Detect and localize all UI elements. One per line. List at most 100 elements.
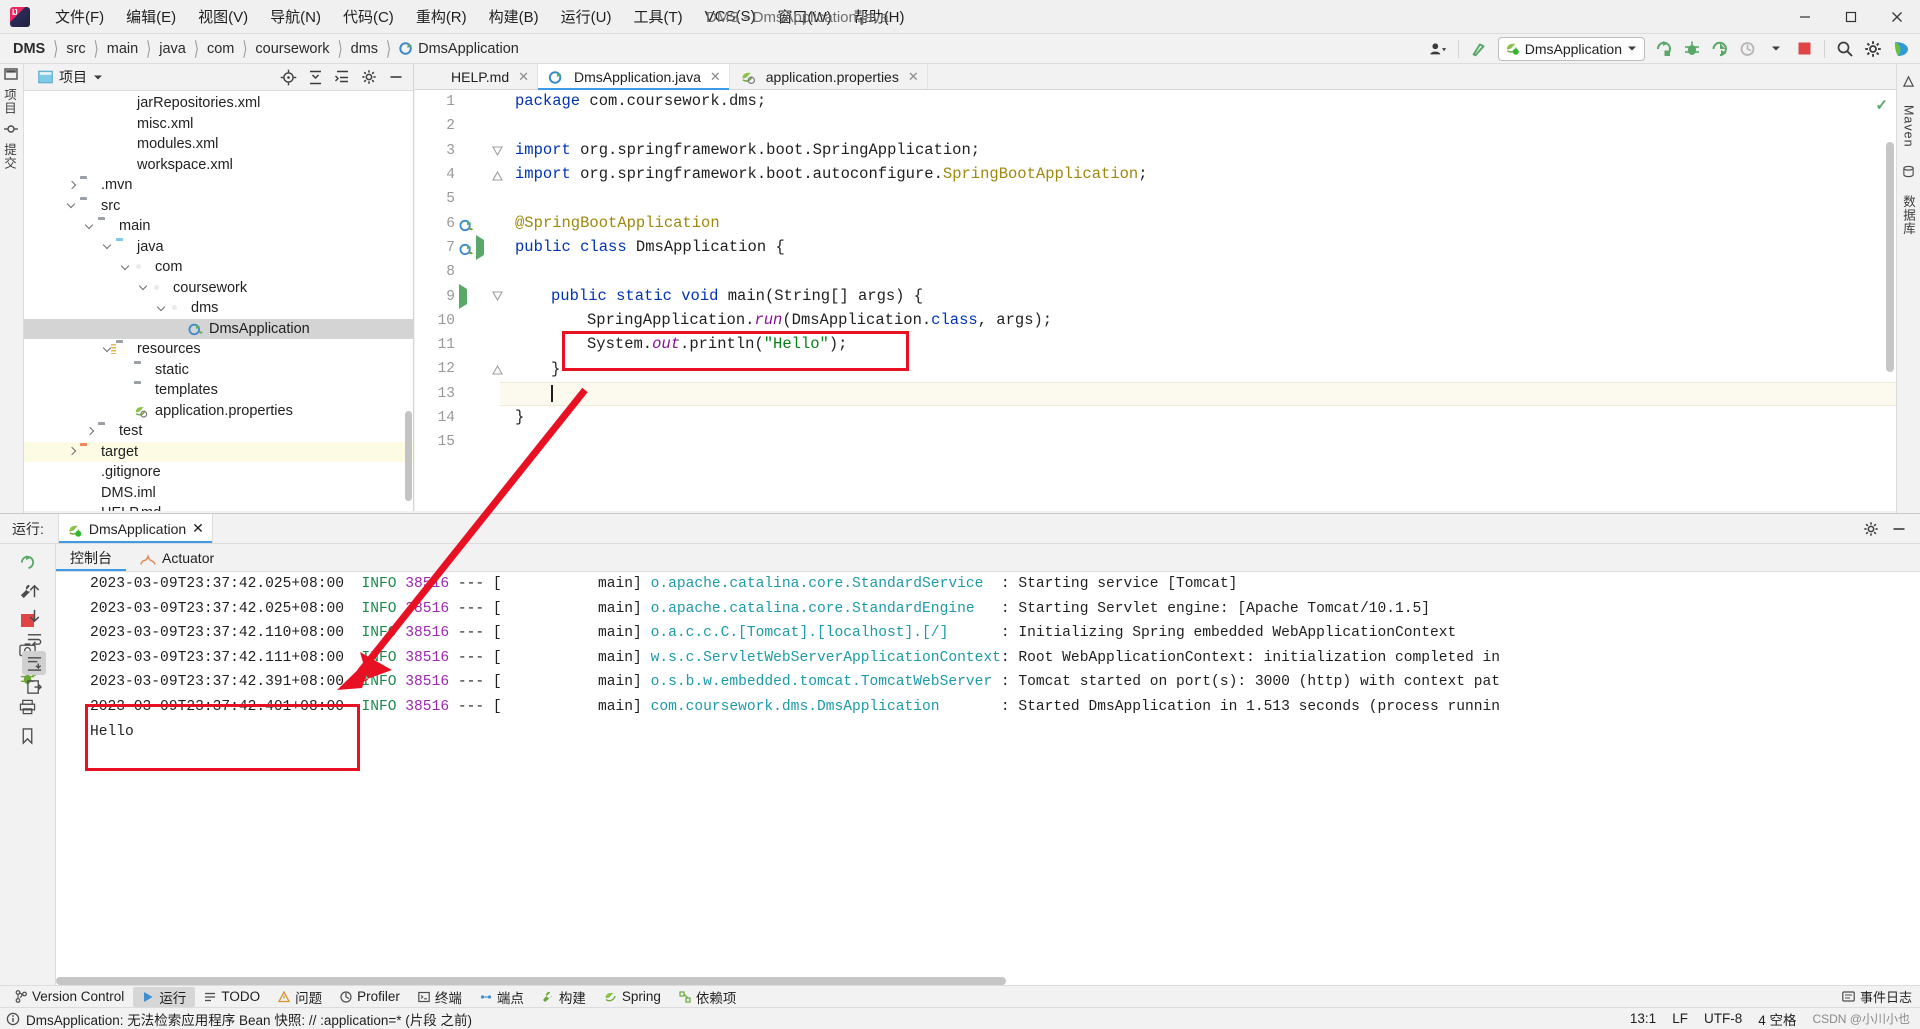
tree-node-modules-xml[interactable]: modules.xml xyxy=(24,134,413,155)
code-line[interactable]: } xyxy=(515,406,524,430)
breadcrumb-java[interactable]: java xyxy=(156,40,189,58)
code-line[interactable]: SpringApplication. run (DmsApplication. cla… xyxy=(587,309,1052,333)
chevron-down-icon[interactable] xyxy=(102,240,115,253)
console-line[interactable]: 2023-03-09T23:37:42.401+08:00 INFO 38516… xyxy=(90,695,1500,720)
gutter-line[interactable]: 15 xyxy=(415,430,500,454)
gutter-line[interactable]: 11 xyxy=(415,333,500,357)
console-line[interactable]: 2023-03-09T23:37:42.391+08:00 INFO 38516… xyxy=(90,670,1500,695)
gear-icon[interactable] xyxy=(356,65,382,89)
console-line[interactable]: 2023-03-09T23:37:42.111+08:00 INFO 38516… xyxy=(90,646,1500,671)
ide-assistant-icon[interactable] xyxy=(1888,37,1914,61)
console-line[interactable]: 2023-03-09T23:37:42.025+08:00 INFO 38516… xyxy=(90,572,1237,597)
breadcrumb-dms[interactable]: dms xyxy=(348,40,381,58)
scroll-to-end-icon[interactable] xyxy=(22,651,46,675)
line-separator[interactable]: LF xyxy=(1672,1011,1688,1026)
code-line[interactable]: package com.coursework.dms; xyxy=(515,90,766,114)
debug-button[interactable] xyxy=(1679,37,1705,61)
breadcrumb-project[interactable]: DMS xyxy=(10,40,48,58)
database-icon[interactable] xyxy=(1898,162,1920,181)
bottom-item-todo[interactable]: TODO xyxy=(195,987,269,1007)
tab-dmsapplication-java[interactable]: DmsApplication.java ✕ xyxy=(538,64,730,90)
chevron-down-icon[interactable] xyxy=(120,261,133,274)
editor-gutter[interactable]: 1 2 3 4 5 6 7 8 9 10 11 12 13 14 15 xyxy=(415,90,503,511)
chevron-right-icon[interactable] xyxy=(66,445,79,458)
tree-node-com[interactable]: com xyxy=(24,257,413,278)
tree-node-java[interactable]: java xyxy=(24,237,413,258)
code-line[interactable]: public static void main (String[] args) { xyxy=(551,284,923,308)
stripe-label-commit[interactable]: 提交 xyxy=(0,139,19,174)
console-line[interactable]: 2023-03-09T23:37:42.110+08:00 INFO 38516… xyxy=(90,621,1456,646)
gutter-line[interactable]: 8 xyxy=(415,260,500,284)
maven-icon[interactable] xyxy=(1898,72,1920,91)
gutter-line[interactable]: 2 xyxy=(415,114,500,138)
gutter-spring-bean-icon[interactable] xyxy=(459,240,474,256)
close-button[interactable] xyxy=(1874,0,1920,34)
code-editor[interactable]: 1 2 3 4 5 6 7 8 9 10 11 12 13 14 15 package com.course… xyxy=(415,90,1896,511)
tab-help-md[interactable]: HELP.md ✕ xyxy=(415,64,539,89)
expand-all-icon[interactable] xyxy=(329,65,355,89)
breadcrumb-coursework[interactable]: coursework xyxy=(252,40,332,58)
menu-edit[interactable]: 编辑(E) xyxy=(115,2,187,31)
breadcrumb-src[interactable]: src xyxy=(63,40,88,58)
bottom-item-terminal[interactable]: 终端 xyxy=(409,987,471,1007)
code-line[interactable]: @SpringBootApplication xyxy=(515,212,720,236)
minimize-button[interactable] xyxy=(1782,0,1828,34)
close-icon[interactable]: ✕ xyxy=(908,69,919,85)
collapse-all-icon[interactable] xyxy=(302,65,328,89)
project-tree[interactable]: jarRepositories.xml misc.xml modules.xml wo… xyxy=(24,91,413,511)
chevron-down-icon[interactable] xyxy=(66,199,79,212)
sidebar-item-project[interactable] xyxy=(0,64,22,84)
scroll-down-icon[interactable] xyxy=(22,603,46,627)
tab-console[interactable]: 控制台 xyxy=(56,544,126,571)
locate-file-icon[interactable] xyxy=(275,65,301,89)
gutter-line[interactable]: 1 xyxy=(415,90,500,114)
soft-wrap-icon[interactable] xyxy=(22,627,46,651)
bottom-item-dependencies[interactable]: 依赖项 xyxy=(670,987,746,1007)
gutter-spring-bean-icon[interactable] xyxy=(459,216,474,232)
console-output[interactable]: 2023-03-09T23:37:42.025+08:00 INFO 38516… xyxy=(56,572,1896,987)
status-info-icon[interactable] xyxy=(6,1012,20,1026)
menu-file[interactable]: 文件(F) xyxy=(44,2,115,31)
chevron-down-icon[interactable] xyxy=(156,302,169,315)
tree-node-main[interactable]: main xyxy=(24,216,413,237)
console-line[interactable]: 2023-03-09T23:37:42.025+08:00 INFO 38516… xyxy=(90,597,1430,622)
close-icon[interactable]: ✕ xyxy=(710,69,721,85)
bottom-item-spring[interactable]: Spring xyxy=(595,987,670,1007)
caret-position[interactable]: 13:1 xyxy=(1630,1011,1656,1026)
stop-button[interactable] xyxy=(1791,37,1817,61)
tree-node-dms[interactable]: dms xyxy=(24,298,413,319)
breadcrumb-class[interactable]: DmsApplication xyxy=(396,40,522,58)
tree-node-dmsapplication[interactable]: DmsApplication xyxy=(24,318,413,339)
gutter-line[interactable]: 3 xyxy=(415,139,500,163)
hide-panel-icon[interactable] xyxy=(1886,517,1912,541)
hide-panel-icon[interactable] xyxy=(383,65,409,89)
breadcrumb-main[interactable]: main xyxy=(104,40,141,58)
run-configuration-selector[interactable]: DmsApplication xyxy=(1497,36,1645,61)
tab-actuator[interactable]: Actuator xyxy=(126,544,228,571)
chevron-right-icon[interactable] xyxy=(66,179,79,192)
run-tab-dmsapplication[interactable]: DmsApplication ✕ xyxy=(57,514,213,543)
tab-application-properties[interactable]: application.properties ✕ xyxy=(730,64,928,89)
scroll-up-icon[interactable] xyxy=(22,579,46,603)
gear-icon[interactable] xyxy=(1858,517,1884,541)
event-log-button[interactable]: 事件日志 xyxy=(1842,987,1912,1006)
bottom-item-version-control[interactable]: Version Control xyxy=(6,987,133,1007)
code-line[interactable]: } xyxy=(551,357,560,381)
gutter-line[interactable]: 12 xyxy=(415,357,500,381)
gutter-line[interactable]: 4 xyxy=(415,163,500,187)
tree-node--gitignore[interactable]: .gitignore xyxy=(24,462,413,483)
chevron-down-icon[interactable] xyxy=(1763,37,1789,61)
chevron-down-icon[interactable] xyxy=(93,74,103,81)
close-icon[interactable]: ✕ xyxy=(518,69,529,85)
code-line[interactable]: System. out .println("Hello"); xyxy=(587,333,847,357)
status-message[interactable]: DmsApplication: 无法检索应用程序 Bean 快照: // :ap… xyxy=(26,1009,472,1029)
menu-refactor[interactable]: 重构(R) xyxy=(405,2,478,31)
bottom-item-profiler[interactable]: Profiler xyxy=(331,987,409,1007)
tree-node-workspace-xml[interactable]: workspace.xml xyxy=(24,155,413,176)
stripe-label-maven[interactable]: Maven xyxy=(1902,101,1916,152)
sidebar-item-commit[interactable] xyxy=(0,119,22,139)
indent-setting[interactable]: 4 空格 xyxy=(1758,1009,1796,1029)
run-with-coverage-button[interactable] xyxy=(1707,37,1733,61)
export-icon[interactable] xyxy=(22,675,46,699)
console-horizontal-scrollbar[interactable] xyxy=(56,977,1006,985)
